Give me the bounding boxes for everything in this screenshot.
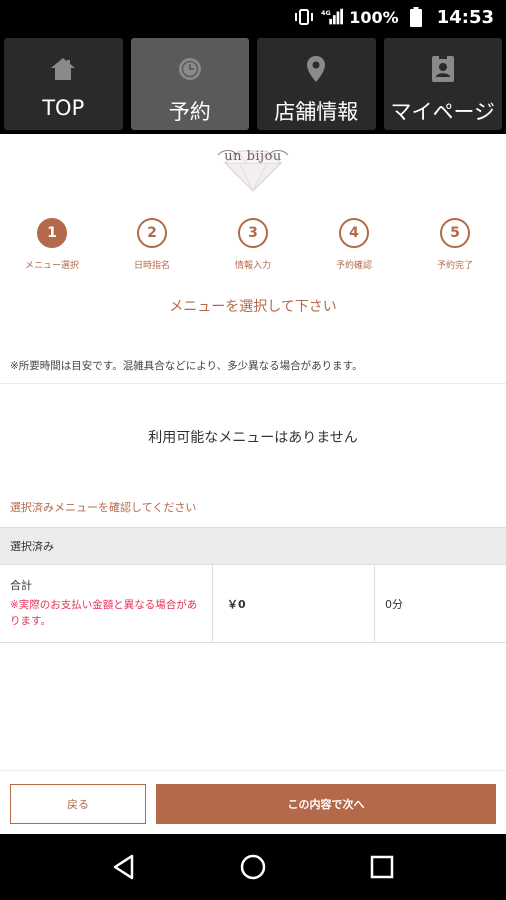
total-label: 合計: [10, 579, 32, 592]
step-4: 4 予約確認: [304, 218, 404, 271]
selected-header-label: 選択済み: [10, 540, 54, 553]
duration-note: ※所要時間は目安です。混雑具合などにより、多少異なる場合があります。: [10, 360, 363, 372]
step-label: 情報入力: [234, 261, 271, 271]
step-label: メニュー選択: [24, 261, 79, 271]
step-3: 3 情報入力: [203, 218, 303, 271]
back-button[interactable]: 戻る: [10, 784, 146, 824]
clock-time: 14:53: [436, 6, 494, 28]
step-number: 2: [137, 218, 167, 248]
summary-row: 合計 ※実際のお支払い金額と異なる場合があります。 ￥0 0分: [0, 565, 506, 643]
nav-item-top[interactable]: TOP: [4, 38, 123, 130]
clock-icon: [175, 54, 205, 84]
step-label: 予約完了: [436, 261, 473, 271]
signal-icon: 4G: [321, 7, 344, 27]
step-label: 予約確認: [335, 261, 372, 271]
step-5: 5 予約完了: [405, 218, 505, 271]
total-duration: 0分: [385, 598, 403, 611]
nav-label: 店舗情報: [274, 100, 359, 124]
back-triangle-icon[interactable]: [104, 847, 144, 887]
nav-item-store-info[interactable]: 店舗情報: [257, 38, 376, 130]
step-2: 2 日時指名: [102, 218, 202, 271]
action-bar: 戻る この内容で次へ: [0, 770, 506, 834]
instruction-text: メニューを選択して下さい: [169, 299, 337, 315]
battery-icon: [405, 7, 427, 27]
home-icon: [48, 54, 78, 84]
total-price: ￥0: [213, 565, 375, 643]
location-pin-icon: [301, 54, 331, 84]
home-circle-icon[interactable]: [233, 847, 273, 887]
step-1: 1 メニュー選択: [2, 218, 102, 271]
nav-label: マイページ: [390, 100, 496, 124]
next-button[interactable]: この内容で次へ: [156, 784, 496, 824]
step-number: 5: [440, 218, 470, 248]
vibrate-icon: [293, 7, 315, 27]
nav-label: 予約: [168, 100, 211, 124]
logo-text: un bijou: [224, 149, 282, 164]
system-nav-bar: [0, 834, 506, 900]
nav-item-mypage[interactable]: マイページ: [383, 38, 502, 130]
network-type: 4G: [321, 9, 331, 17]
id-card-icon: [428, 54, 458, 84]
total-label-cell: 合計 ※実際のお支払い金額と異なる場合があります。: [0, 565, 213, 643]
confirm-title: 選択済みメニューを確認してください: [10, 501, 197, 514]
progress-steps: 1 メニュー選択 2 日時指名 3 情報入力 4 予約確認 5 予約完了: [0, 218, 506, 278]
step-number: 1: [37, 218, 67, 248]
step-number: 3: [238, 218, 268, 248]
recents-square-icon[interactable]: [362, 847, 402, 887]
battery-percent: 100%: [349, 7, 399, 27]
brand-logo: un bijou: [215, 143, 291, 193]
selected-header: 選択済み: [0, 527, 506, 565]
status-bar: 4G 100% 14:53: [0, 0, 506, 34]
nav-label: TOP: [42, 96, 85, 120]
nav-item-reservation[interactable]: 予約: [130, 38, 249, 130]
step-number: 4: [339, 218, 369, 248]
empty-menu-message: 利用可能なメニューはありません: [148, 430, 358, 446]
step-label: 日時指名: [133, 261, 170, 271]
main-nav: TOP 予約 店舗情報 マイページ: [0, 34, 506, 134]
total-warning-note: ※実際のお支払い金額と異なる場合があります。: [10, 599, 198, 627]
divider: [0, 383, 506, 384]
